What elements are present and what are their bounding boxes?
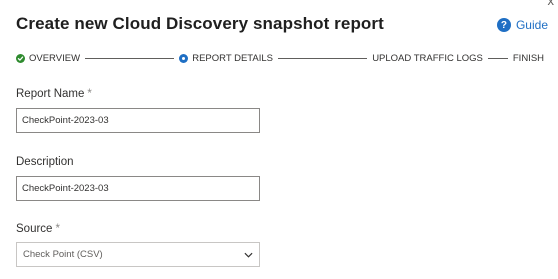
wizard-connector xyxy=(278,57,368,59)
chevron-down-icon[interactable] xyxy=(244,252,253,258)
report-name-label: Report Name * xyxy=(16,88,92,100)
report-name-value: CheckPoint-2023-03 xyxy=(22,115,109,126)
source-select[interactable]: Check Point (CSV) xyxy=(16,242,260,267)
close-icon[interactable]: x xyxy=(548,0,555,8)
wizard-connector xyxy=(487,57,508,59)
wizard-step-label: FINISH xyxy=(512,52,545,64)
required-marker: * xyxy=(55,223,60,235)
wizard-step-label: OVERVIEW xyxy=(29,52,81,64)
wizard-step-upload-traffic-logs: UPLOAD TRAFFIC LOGS xyxy=(372,53,483,64)
wizard-connector xyxy=(85,57,175,59)
dialog-title: Create new Cloud Discovery snapshot repo… xyxy=(16,14,384,33)
required-marker: * xyxy=(87,88,92,100)
description-value: CheckPoint-2023-03 xyxy=(22,183,109,194)
wizard-step-label: REPORT DETAILS xyxy=(192,52,273,64)
description-input[interactable]: CheckPoint-2023-03 xyxy=(16,176,260,201)
wizard-step-finish: FINISH xyxy=(513,53,544,64)
help-icon: ? xyxy=(496,18,511,32)
wizard-progress: OVERVIEW REPORT DETAILS UPLOAD TRAFFIC L… xyxy=(16,51,544,65)
wizard-step-overview: OVERVIEW xyxy=(16,53,80,64)
guide-link[interactable]: ? Guide xyxy=(496,18,548,32)
source-label: Source * xyxy=(16,223,60,235)
close-button[interactable]: x xyxy=(548,0,555,7)
wizard-step-label: UPLOAD TRAFFIC LOGS xyxy=(372,52,483,64)
checkmark-icon xyxy=(16,53,25,63)
description-label: Description xyxy=(16,156,74,168)
source-selected-value: Check Point (CSV) xyxy=(23,249,103,260)
current-step-icon xyxy=(179,53,189,63)
report-name-input[interactable]: CheckPoint-2023-03 xyxy=(16,108,260,133)
wizard-step-report-details: REPORT DETAILS xyxy=(179,53,273,64)
guide-label[interactable]: Guide xyxy=(516,18,548,32)
